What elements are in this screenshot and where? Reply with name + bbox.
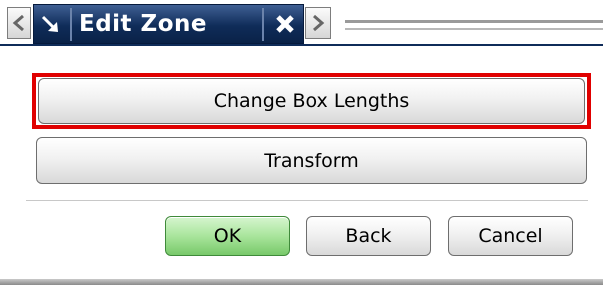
tab-strip: Edit Zone [0,0,603,46]
tab-scroll-right-button[interactable] [305,7,331,39]
transform-button[interactable]: Transform [36,137,587,184]
ok-button[interactable]: OK [165,216,290,256]
tab-title: Edit Zone [79,11,208,37]
strip-rule [345,28,603,30]
tab-divider [70,8,72,41]
chevron-right-icon [313,14,325,32]
close-x-icon[interactable] [270,10,300,38]
tab-edit-zone[interactable]: Edit Zone [33,4,304,44]
pin-arrow-icon[interactable] [36,9,66,39]
separator [26,200,588,201]
cancel-button[interactable]: Cancel [448,216,573,256]
chevron-left-icon [12,14,24,32]
strip-rule [345,20,603,23]
tab-scroll-left-button[interactable] [7,7,31,39]
tab-divider [262,8,264,41]
back-button[interactable]: Back [306,216,431,256]
panel-bottom-border [0,279,603,285]
change-box-lengths-button[interactable]: Change Box Lengths [38,78,585,124]
